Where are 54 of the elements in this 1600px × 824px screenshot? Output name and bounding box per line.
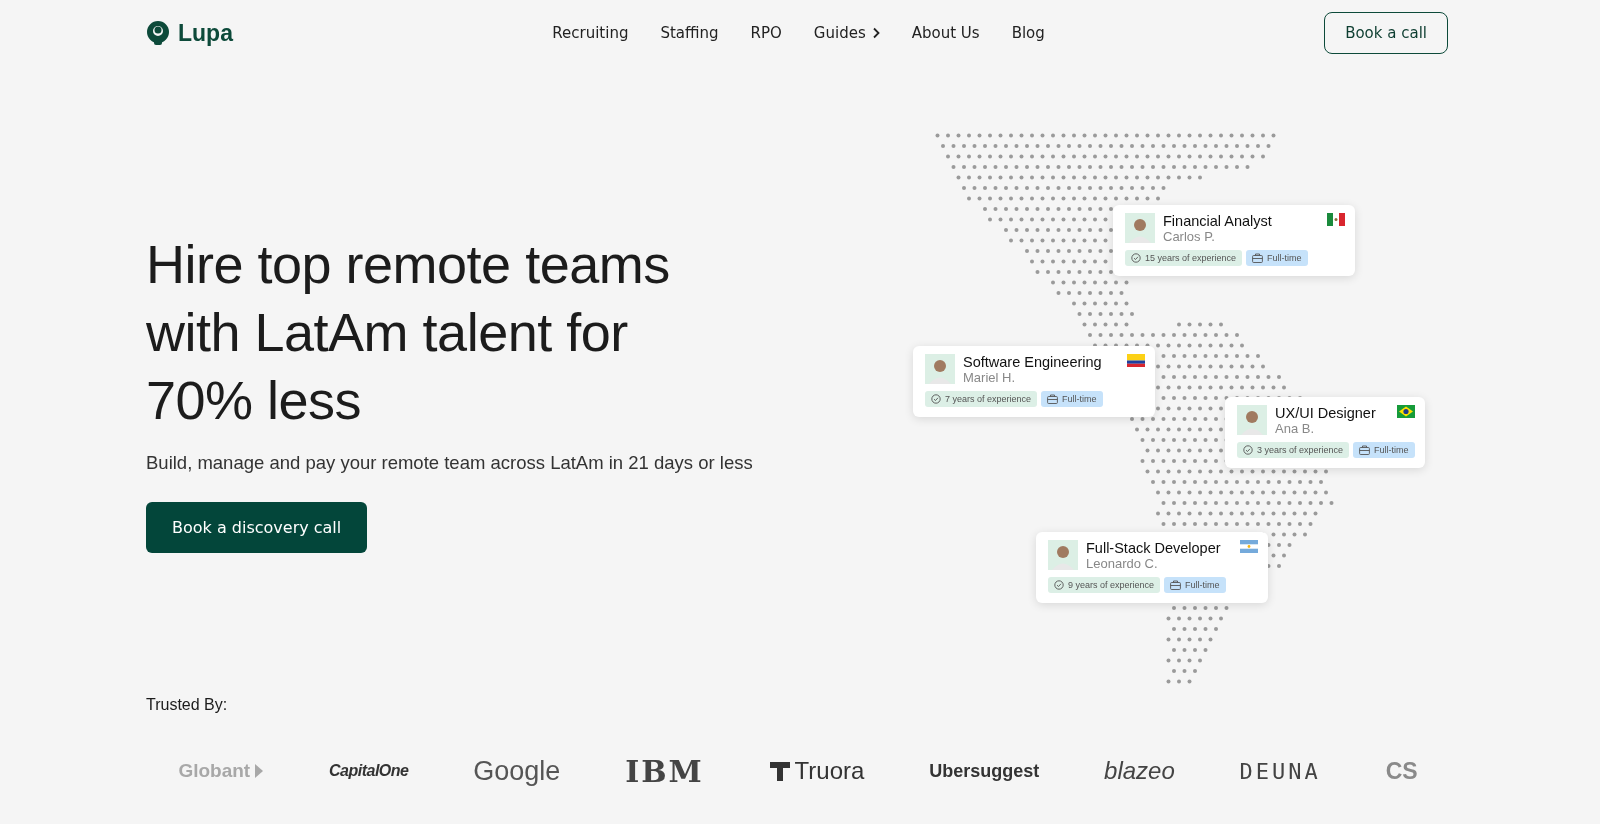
candidate-name: Leonardo C. xyxy=(1086,556,1159,571)
job-type-tag: Full-time xyxy=(1246,250,1308,266)
job-type-tag: Full-time xyxy=(1164,577,1226,593)
experience-tag: 3 years of experience xyxy=(1237,442,1350,458)
book-call-button[interactable]: Book a call xyxy=(1324,12,1448,54)
avatar-icon xyxy=(1125,213,1155,243)
avatar-icon xyxy=(1237,405,1267,435)
check-badge-icon xyxy=(1243,445,1253,455)
nav-link[interactable]: Recruiting xyxy=(552,24,629,42)
hero-subtitle: Build, manage and pay your remote team across LatAm in 21 days or less xyxy=(146,452,754,474)
flag-icon xyxy=(1397,405,1415,418)
briefcase-icon xyxy=(1252,253,1264,263)
hero-heading: Hire top remote teams with LatAm talent for 70% less xyxy=(146,233,671,432)
check-badge-icon xyxy=(1131,253,1141,263)
client-logo: Google xyxy=(473,755,561,787)
logo-icon xyxy=(146,20,170,46)
client-logo: DEUNA xyxy=(1239,758,1321,784)
client-logo: CS xyxy=(1385,757,1418,785)
nav-link[interactable]: Staffing xyxy=(660,24,719,42)
brand-name: Lupa xyxy=(178,19,233,47)
avatar-icon xyxy=(1048,540,1078,570)
nav-link[interactable]: RPO xyxy=(750,24,782,42)
flag-icon xyxy=(1240,540,1258,553)
briefcase-icon xyxy=(1047,394,1059,404)
avatar-icon xyxy=(925,354,955,384)
job-type-tag: Full-time xyxy=(1353,442,1415,458)
client-logo: Truora xyxy=(768,757,865,785)
candidate-name: Mariel H. xyxy=(963,370,1016,385)
check-badge-icon xyxy=(931,394,941,404)
briefcase-icon xyxy=(1359,445,1371,455)
role-title: UX/UI Designer xyxy=(1275,405,1377,421)
role-title: Financial Analyst xyxy=(1163,213,1273,229)
nav-link[interactable]: Blog xyxy=(1011,24,1045,42)
client-logo: Globant xyxy=(178,760,265,782)
nav-link[interactable]: Guides xyxy=(813,24,880,42)
client-logo: IBM xyxy=(625,753,704,789)
candidate-name: Ana B. xyxy=(1275,421,1316,436)
role-title: Software Engineering xyxy=(963,354,1103,370)
experience-tag: 15 years of experience xyxy=(1125,250,1243,266)
flag-icon xyxy=(1327,213,1345,226)
briefcase-icon xyxy=(1170,580,1182,590)
experience-tag: 7 years of experience xyxy=(925,391,1038,407)
check-badge-icon xyxy=(1054,580,1064,590)
trusted-label: Trusted By: xyxy=(146,696,228,714)
experience-tag: 9 years of experience xyxy=(1048,577,1161,593)
discovery-call-button[interactable]: Book a discovery call xyxy=(146,502,368,553)
role-title: Full-Stack Developer xyxy=(1086,540,1222,556)
flag-icon xyxy=(1127,354,1145,367)
client-logo: CapitalOne xyxy=(329,762,409,780)
client-logo: Ubersuggest xyxy=(929,760,1040,782)
client-logo: blazeo xyxy=(1104,757,1175,785)
job-type-tag: Full-time xyxy=(1041,391,1103,407)
candidate-name: Carlos P. xyxy=(1163,229,1216,244)
nav-link[interactable]: About Us xyxy=(911,24,980,42)
